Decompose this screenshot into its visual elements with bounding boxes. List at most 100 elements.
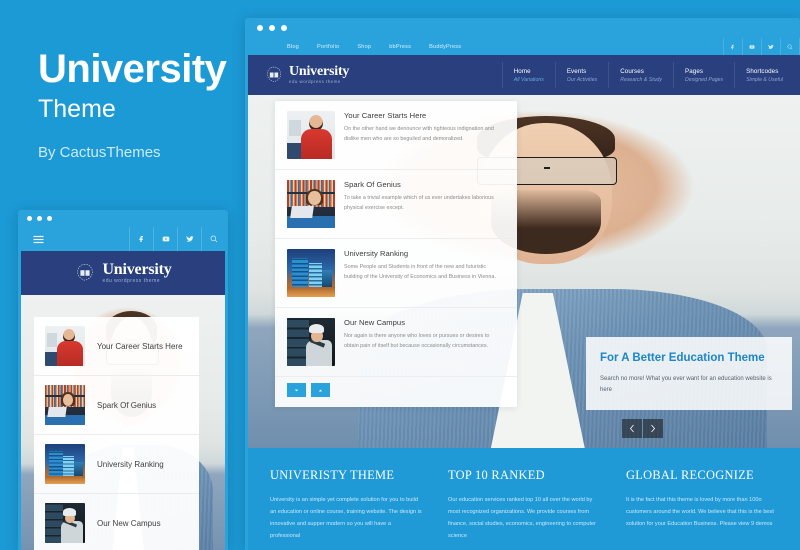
feature-column-university-theme: UNIVERISTY THEME University is an simple… xyxy=(270,468,422,550)
list-item[interactable]: Your Career Starts Here On the other han… xyxy=(275,101,517,170)
search-icon[interactable] xyxy=(780,38,800,55)
list-item-title: University Ranking xyxy=(344,249,409,258)
nav-item-home[interactable]: Home All Variations xyxy=(501,62,555,88)
list-item-title: Your Career Starts Here xyxy=(344,111,427,120)
feature-text: It is the fact that this theme is loved … xyxy=(626,497,774,528)
search-icon[interactable] xyxy=(201,227,225,251)
youtube-icon[interactable] xyxy=(742,38,761,55)
mobile-topbar xyxy=(21,227,225,251)
feature-heading: GLOBAL RECOGNIZE xyxy=(626,468,754,482)
mobile-hero: Your Career Starts Here Spark Of Genius … xyxy=(21,295,225,550)
topbar-link-buddypress[interactable]: BuddyPress xyxy=(420,44,470,50)
list-item-title: Our New Campus xyxy=(344,318,406,327)
facebook-icon[interactable] xyxy=(129,227,153,251)
chevron-right-icon[interactable] xyxy=(643,419,663,438)
promo-block: University Theme By CactusThemes xyxy=(38,48,268,161)
desktop-window-body: Blog Portfolio Shop bbPress BuddyPress U… xyxy=(248,38,800,550)
list-item-description: Nor again is there anyone who loves or p… xyxy=(344,333,490,349)
list-item-title: Spark Of Genius xyxy=(97,400,157,410)
chevron-up-icon[interactable] xyxy=(311,383,330,397)
desktop-window-titlebar xyxy=(245,18,800,38)
feature-text: Our education services ranked top 10 all… xyxy=(448,497,597,540)
laurel-book-icon xyxy=(74,262,96,284)
nav-item-home-sub: All Variations xyxy=(513,76,544,83)
mobile-logo-name: University xyxy=(102,261,172,278)
twitter-icon[interactable] xyxy=(177,227,201,251)
topbar-link-blog[interactable]: Blog xyxy=(278,44,308,50)
mobile-site-logo[interactable]: University edu wordpress theme xyxy=(21,251,225,295)
site-logo-name: University xyxy=(289,64,350,80)
list-item[interactable]: University Ranking xyxy=(34,435,199,494)
site-main-nav: University edu wordpress theme Home All … xyxy=(248,55,800,95)
site-logo[interactable]: University edu wordpress theme xyxy=(264,65,349,85)
list-item-description: On the other hand we denounce with right… xyxy=(344,126,494,142)
youtube-icon[interactable] xyxy=(153,227,177,251)
list-item-thumbnail xyxy=(45,444,85,484)
list-item[interactable]: Your Career Starts Here xyxy=(34,317,199,376)
list-item[interactable]: Spark Of Genius xyxy=(34,376,199,435)
window-dot-maximize[interactable] xyxy=(281,25,287,31)
list-item-thumbnail xyxy=(287,111,335,159)
nav-item-events[interactable]: Events Our Activities xyxy=(554,62,608,88)
laurel-book-icon xyxy=(264,65,284,85)
window-dot-close[interactable] xyxy=(27,216,32,221)
topbar-link-portfolio[interactable]: Portfolio xyxy=(308,44,348,50)
mobile-social-links xyxy=(129,227,225,251)
hero-highlight-list: Your Career Starts Here On the other han… xyxy=(275,101,517,407)
hero-slider-arrows xyxy=(622,419,663,438)
nav-item-events-label: Events xyxy=(566,67,587,75)
topbar-menu: Blog Portfolio Shop bbPress BuddyPress xyxy=(278,44,470,50)
nav-item-pages-label: Pages xyxy=(685,67,704,75)
list-item[interactable]: University Ranking Some People and Stude… xyxy=(275,239,517,308)
twitter-icon[interactable] xyxy=(761,38,780,55)
list-item-description: To take a trivial example which of us ev… xyxy=(344,195,494,211)
nav-item-courses[interactable]: Courses Research & Study xyxy=(608,62,673,88)
hamburger-icon[interactable] xyxy=(21,235,55,244)
hero-caption-description: Search no more! What you ever want for a… xyxy=(600,376,772,393)
nav-item-home-label: Home xyxy=(513,67,531,75)
chevron-down-icon[interactable] xyxy=(287,383,306,397)
window-dot-close[interactable] xyxy=(257,25,263,31)
list-item-title: Your Career Starts Here xyxy=(97,341,183,351)
list-item-thumbnail xyxy=(45,326,85,366)
nav-item-shortcodes[interactable]: Shortcodes Simple & Useful xyxy=(734,62,794,88)
list-item-thumbnail xyxy=(45,503,85,543)
nav-item-shortcodes-label: Shortcodes xyxy=(746,67,779,75)
feature-column-global-recognize: GLOBAL RECOGNIZE It is the fact that thi… xyxy=(626,468,778,550)
mobile-window-body: University edu wordpress theme Your Care… xyxy=(21,227,225,550)
list-item-thumbnail xyxy=(45,385,85,425)
window-dot-maximize[interactable] xyxy=(47,216,52,221)
topbar-link-bbpress[interactable]: bbPress xyxy=(380,44,420,50)
mobile-window-titlebar xyxy=(18,210,228,227)
promo-title: University xyxy=(38,47,227,91)
mobile-logo-tagline: edu wordpress theme xyxy=(102,278,161,284)
list-item-title: Spark Of Genius xyxy=(344,180,401,189)
promo-subtitle: Theme xyxy=(38,95,116,123)
nav-item-courses-label: Courses xyxy=(620,67,644,75)
facebook-icon[interactable] xyxy=(723,38,742,55)
hero-slider: Your Career Starts Here On the other han… xyxy=(248,95,800,448)
nav-item-events-sub: Our Activities xyxy=(566,76,598,83)
feature-heading: UNIVERISTY THEME xyxy=(270,468,395,482)
topbar-link-shop[interactable]: Shop xyxy=(348,44,380,50)
list-item-thumbnail xyxy=(287,180,335,228)
promo-byline: By CactusThemes xyxy=(38,143,161,161)
window-dot-minimize[interactable] xyxy=(37,216,42,221)
list-item[interactable]: Spark Of Genius To take a trivial exampl… xyxy=(275,170,517,239)
hero-caption: For A Better Education Theme Search no m… xyxy=(586,336,792,410)
list-item-thumbnail xyxy=(287,318,335,366)
list-item[interactable]: Our New Campus Nor again is there anyone… xyxy=(275,308,517,377)
hero-list-controls xyxy=(275,377,517,407)
window-dot-minimize[interactable] xyxy=(269,25,275,31)
chevron-left-icon[interactable] xyxy=(622,419,642,438)
list-item-thumbnail xyxy=(287,249,335,297)
hero-caption-title: For A Better Education Theme xyxy=(600,351,765,364)
topbar-social-links xyxy=(723,38,800,55)
nav-item-courses-sub: Research & Study xyxy=(620,76,663,83)
nav-item-pages-sub: Designed Pages xyxy=(685,76,724,83)
list-item[interactable]: Our New Campus xyxy=(34,494,199,550)
list-item-description: Some People and Students in front of the… xyxy=(344,264,496,280)
nav-item-pages[interactable]: Pages Designed Pages xyxy=(673,62,734,88)
nav-item-shortcodes-sub: Simple & Useful xyxy=(746,76,783,83)
list-item-title: Our New Campus xyxy=(97,518,161,528)
